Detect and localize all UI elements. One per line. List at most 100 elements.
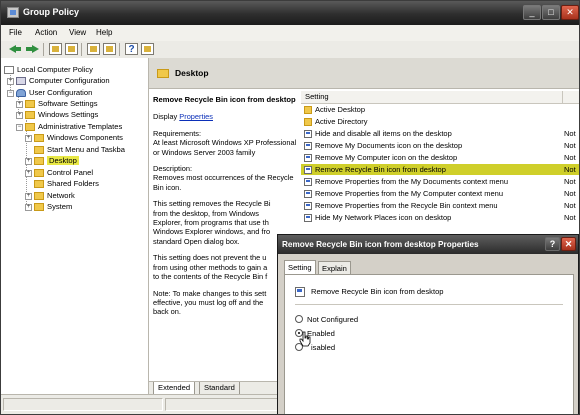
details-header: Desktop	[149, 58, 579, 89]
tree-item-system[interactable]: + System	[25, 201, 72, 212]
close-button[interactable]: ✕	[561, 5, 579, 20]
toolbar-separator	[43, 43, 44, 56]
show-hide-tree-icon[interactable]	[65, 43, 78, 55]
radio-not-configured[interactable]	[295, 315, 303, 323]
menu-help[interactable]: Help	[96, 28, 112, 37]
dialog-close-button[interactable]: ✕	[561, 237, 576, 251]
tree-item-administrative-templates[interactable]: − Administrative Templates	[16, 121, 122, 132]
tree-item-windows-settings[interactable]: + Windows Settings	[16, 109, 98, 120]
list-item[interactable]: Remove Properties from the Recycle Bin c…	[301, 200, 579, 211]
back-arrow-icon[interactable]	[9, 43, 22, 55]
tree-item-shared-folders[interactable]: Shared Folders	[34, 178, 99, 189]
expand-icon[interactable]: +	[25, 134, 32, 142]
list-item[interactable]: Active Directory	[301, 116, 579, 127]
properties-link[interactable]: Properties	[179, 112, 213, 121]
help-button[interactable]: ?	[545, 237, 560, 251]
dialog-title-bar[interactable]: Remove Recycle Bin icon from desktop Pro…	[278, 235, 578, 254]
list-item[interactable]: Remove Properties from the My Computer c…	[301, 188, 579, 199]
tree-item-user-configuration[interactable]: − User Configuration	[7, 87, 92, 98]
folder-icon	[25, 100, 35, 108]
list-item[interactable]: Remove My Computer icon on the desktop No…	[301, 152, 579, 163]
expand-icon[interactable]: +	[25, 203, 32, 211]
column-header-setting[interactable]: Setting	[305, 91, 329, 103]
refresh-icon[interactable]	[103, 43, 116, 55]
maximize-button[interactable]: □	[542, 5, 560, 20]
collapse-icon[interactable]: −	[7, 89, 14, 97]
help-icon[interactable]: ?	[125, 43, 138, 55]
title-bar[interactable]: Group Policy _ □ ✕	[1, 1, 579, 25]
user-icon	[16, 89, 26, 97]
list-item[interactable]: Remove My Documents icon on the desktop N…	[301, 140, 579, 151]
menu-bar: File Action View Help	[1, 25, 579, 42]
folder-icon	[304, 118, 312, 126]
group-policy-icon	[7, 7, 19, 18]
expand-icon[interactable]: +	[25, 192, 32, 200]
policy-setting-icon	[304, 214, 312, 222]
folder-icon	[34, 180, 44, 188]
toolbar-separator	[81, 43, 82, 56]
setting-panel: Remove Recycle Bin icon from desktop Not…	[284, 274, 574, 414]
expand-icon[interactable]: +	[16, 100, 23, 108]
list-header: Setting	[301, 91, 579, 104]
list-item[interactable]: Remove Properties from the My Documents …	[301, 176, 579, 187]
computer-icon	[16, 77, 26, 85]
properties-dialog: Remove Recycle Bin icon from desktop Pro…	[277, 234, 579, 414]
minimize-button[interactable]: _	[523, 5, 541, 20]
radio-label: Not Configured	[307, 315, 359, 324]
policy-setting-icon	[304, 190, 312, 198]
policy-setting-icon	[304, 142, 312, 150]
radio-label: isabled	[311, 343, 336, 352]
menu-action[interactable]: Action	[35, 28, 57, 37]
details-header-title: Desktop	[175, 68, 209, 78]
tree-item-windows-components[interactable]: + Windows Components	[25, 132, 123, 143]
tab-explain[interactable]: Explain	[318, 261, 351, 275]
up-folder-icon[interactable]	[49, 43, 62, 55]
folder-open-icon	[157, 69, 169, 78]
menu-view[interactable]: View	[69, 28, 86, 37]
tree-item-network[interactable]: + Network	[25, 190, 75, 201]
policy-description: Remove Recycle Bin icon from desktop Dis…	[153, 95, 297, 317]
radio-label: Enabled	[307, 329, 335, 338]
list-item-selected[interactable]: Remove Recycle Bin icon from desktop Not	[301, 164, 579, 175]
folder-icon	[25, 123, 35, 131]
toolbar: ?	[1, 41, 579, 59]
group-policy-window: Group Policy _ □ ✕ File Action View Help…	[0, 0, 580, 415]
dialog-title: Remove Recycle Bin icon from desktop Pro…	[282, 240, 479, 249]
console-tree: Local Computer Policy + Computer Configur…	[1, 58, 149, 394]
policy-setting-icon	[304, 166, 312, 174]
policy-name: Remove Recycle Bin icon from desktop	[311, 287, 444, 296]
list-item[interactable]: Hide My Network Places icon on desktop No…	[301, 212, 579, 223]
expand-icon[interactable]: +	[7, 77, 14, 85]
tree-item-software-settings[interactable]: + Software Settings	[16, 98, 98, 109]
export-list-icon[interactable]	[87, 43, 100, 55]
menu-file[interactable]: File	[9, 28, 22, 37]
tree-item-control-panel[interactable]: + Control Panel	[25, 167, 93, 178]
toolbar-separator	[119, 43, 120, 56]
tree-item-local-computer-policy[interactable]: Local Computer Policy	[4, 64, 93, 75]
divider	[295, 304, 563, 305]
expand-icon[interactable]: +	[25, 157, 32, 165]
folder-icon	[304, 106, 312, 114]
description-title: Remove Recycle Bin icon from desktop	[153, 95, 296, 104]
policy-setting-icon	[304, 130, 312, 138]
properties-icon[interactable]	[141, 43, 154, 55]
hand-cursor-icon	[299, 331, 311, 347]
folder-icon	[34, 134, 44, 142]
folder-icon	[34, 146, 44, 154]
tree-item-desktop[interactable]: + Desktop	[25, 155, 79, 166]
folder-icon	[25, 111, 35, 119]
window-title: Group Policy	[23, 7, 80, 17]
tree-item-start-menu-taskbar[interactable]: Start Menu and Taskba	[34, 144, 125, 155]
expand-icon[interactable]: +	[16, 111, 23, 119]
policy-setting-icon	[295, 287, 305, 297]
folder-icon	[34, 192, 44, 200]
expand-icon[interactable]: +	[25, 169, 32, 177]
list-item[interactable]: Hide and disable all items on the deskto…	[301, 128, 579, 139]
policy-setting-icon	[304, 178, 312, 186]
policy-setting-icon	[304, 202, 312, 210]
forward-arrow-icon[interactable]	[26, 43, 39, 55]
collapse-icon[interactable]: −	[16, 123, 23, 131]
list-item[interactable]: Active Desktop	[301, 104, 579, 115]
tree-item-computer-configuration[interactable]: + Computer Configuration	[7, 75, 110, 86]
policy-setting-icon	[304, 154, 312, 162]
